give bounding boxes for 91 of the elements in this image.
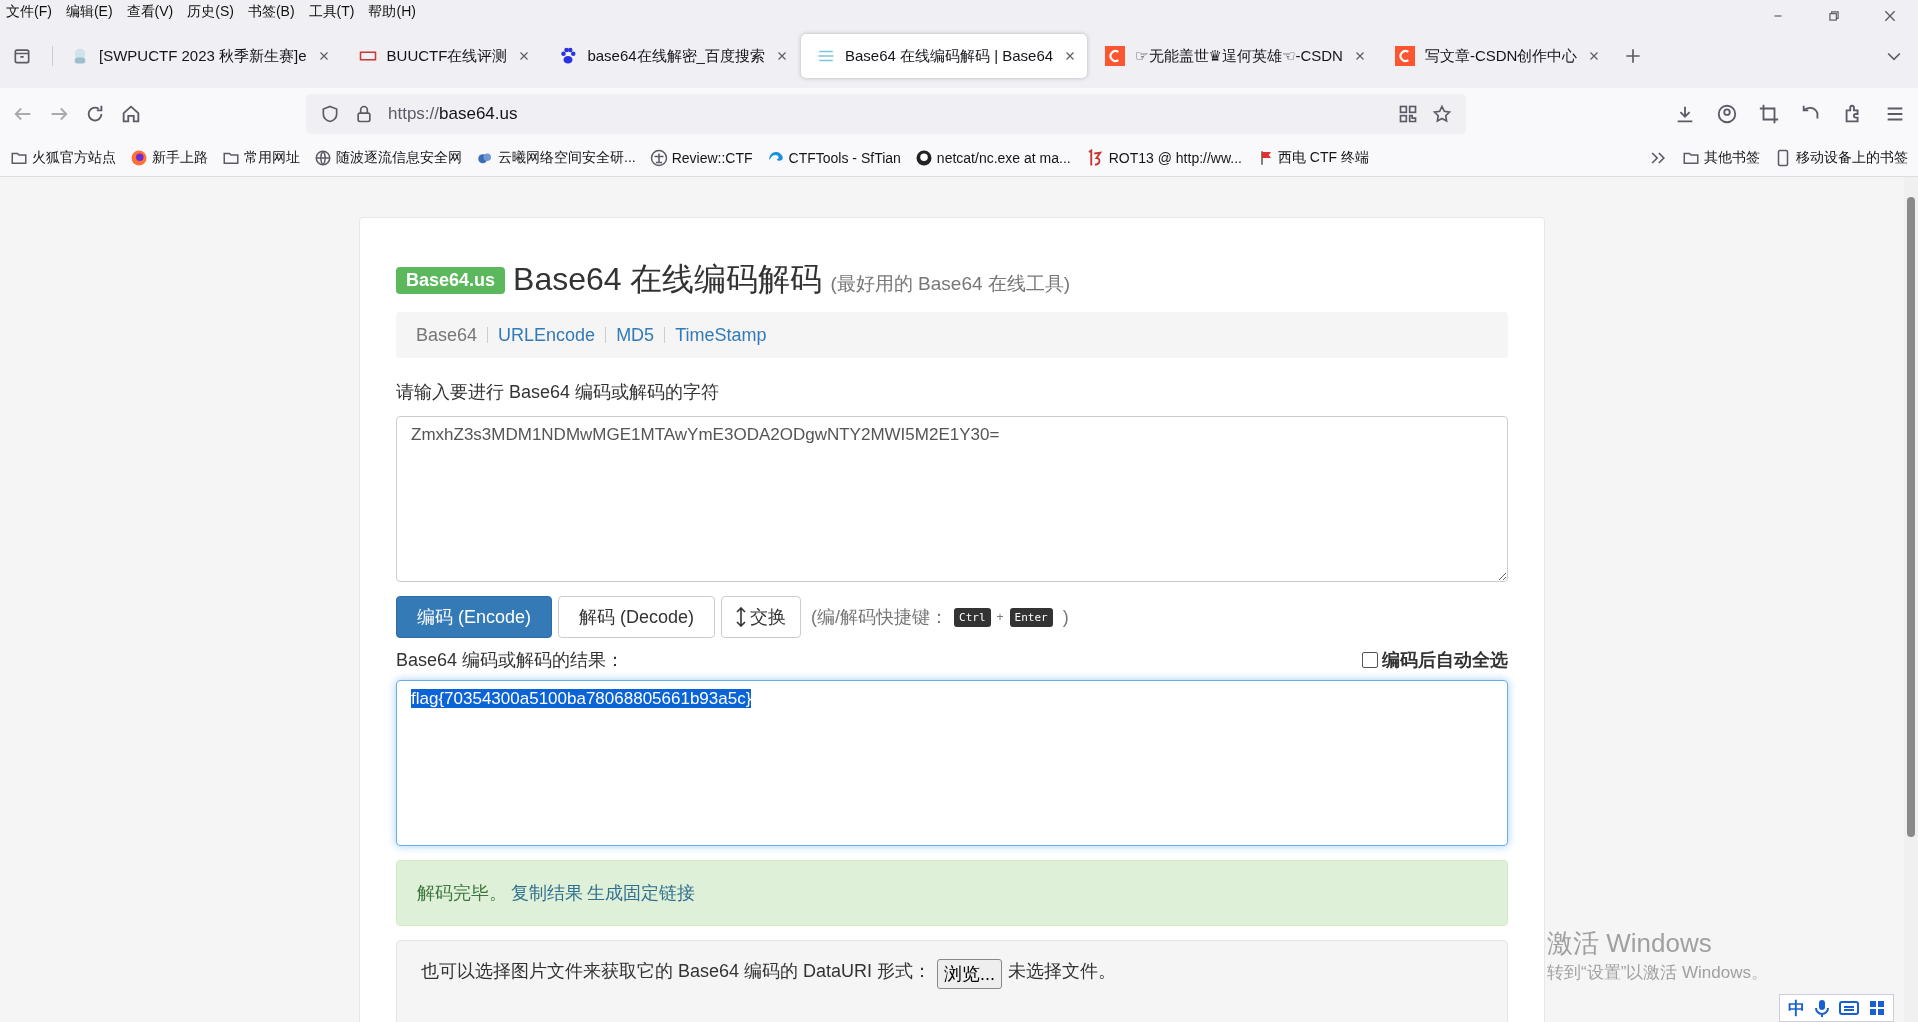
bookmark[interactable]: 西电 CTF 终端 xyxy=(1256,149,1369,167)
auto-select-checkbox[interactable]: 编码后自动全选 xyxy=(1362,648,1508,672)
browser-tab[interactable]: ☞无能盖世♛逞何英雄☜-CSDN xyxy=(1089,34,1377,78)
activation-subtitle: 转到“设置”以激活 Windows。 xyxy=(1547,962,1768,984)
bookmark[interactable]: 其他书签 xyxy=(1682,149,1760,167)
bookmark[interactable]: Review::CTF xyxy=(649,149,753,167)
menu-item[interactable]: 工具(T) xyxy=(308,3,355,21)
input-label: 请输入要进行 Base64 编码或解码的字符 xyxy=(396,381,721,404)
nav-link[interactable]: TimeStamp xyxy=(675,324,767,346)
shield-icon xyxy=(320,104,340,124)
lock-icon xyxy=(354,104,374,124)
bookmark-label: 常用网址 xyxy=(244,149,300,167)
browser-tab[interactable]: 写文章-CSDN创作中心 xyxy=(1378,34,1612,78)
site-badge: Base64.us xyxy=(396,267,506,294)
file-prompt: 也可以选择图片文件来获取它的 Base64 编码的 DataURI 形式： xyxy=(421,960,932,983)
key-cap: Enter xyxy=(1009,607,1053,627)
bookmark[interactable]: 移动设备上的书签 xyxy=(1774,149,1908,167)
qr-code-icon xyxy=(1398,104,1418,124)
bookmark[interactable]: 新手上路 xyxy=(130,149,208,167)
browser-tab[interactable]: base64在线解密_百度搜索 xyxy=(543,34,799,78)
microphone-icon xyxy=(1815,999,1829,1017)
home-icon xyxy=(120,103,142,125)
ime-mode[interactable]: 中 xyxy=(1788,996,1805,1020)
bookmark[interactable]: 常用网址 xyxy=(222,149,300,167)
nav-link[interactable]: URLEncode xyxy=(498,324,596,346)
activation-title: 激活 Windows xyxy=(1547,927,1713,960)
c-logo-icon xyxy=(1105,46,1126,66)
close-icon xyxy=(1882,8,1898,24)
tab-title: 写文章-CSDN创作中心 xyxy=(1424,46,1578,66)
bookmark-label: Review::CTF xyxy=(671,150,753,166)
tab-title: BUUCTF在线评测 xyxy=(386,46,508,66)
input-field[interactable]: ZmxhZ3s3MDM1NDMwMGE1MTAwYmE3ODA2ODgwNTY2MWI5M2E1Y30= xyxy=(396,416,1508,582)
nav-link[interactable]: MD5 xyxy=(616,324,655,346)
swap-button[interactable]: 交换 xyxy=(721,596,802,638)
decode-button[interactable]: 解码 (Decode) xyxy=(558,596,716,638)
tab-title: [SWPUCTF 2023 秋季新生赛]e xyxy=(99,46,307,66)
url-text: https://base64.us xyxy=(388,104,518,124)
address-bar[interactable]: https://base64.us xyxy=(306,94,1466,134)
tray-icon xyxy=(12,46,32,66)
bookmark-label: ROT13 @ http://ww... xyxy=(1108,150,1242,166)
browser-tab[interactable]: BUUCTF在线评测 xyxy=(342,34,542,78)
key-cap: Ctrl xyxy=(954,607,991,627)
c-logo-icon xyxy=(1394,46,1415,66)
restore-icon xyxy=(1827,9,1841,23)
account-icon xyxy=(1716,103,1738,125)
scrollbar-thumb[interactable] xyxy=(1907,197,1915,837)
nav-link[interactable]: Base64 xyxy=(416,324,478,346)
crop-icon xyxy=(1758,103,1780,125)
bookmark-label: 移动设备上的书签 xyxy=(1796,149,1908,167)
bookmark[interactable]: CTFTools - SfTian xyxy=(766,149,901,167)
menu-item[interactable]: 查看(V) xyxy=(126,3,174,21)
alert-link[interactable]: 生成固定链接 xyxy=(587,881,695,905)
browse-button[interactable]: 浏览... xyxy=(937,959,1003,989)
bookmark-label: 其他书签 xyxy=(1704,149,1760,167)
star-icon xyxy=(1432,104,1452,124)
bookmark-label: 新手上路 xyxy=(152,149,208,167)
alert-text: 解码完毕。 xyxy=(417,882,507,905)
bookmark-label: 西电 CTF 终端 xyxy=(1278,149,1369,167)
alert-link[interactable]: 复制结果 xyxy=(511,881,583,905)
output-field[interactable]: flag{70354300a5100ba78068805661b93a5c} xyxy=(396,680,1508,846)
result-label: Base64 编码或解码的结果： xyxy=(396,649,625,672)
browser-tab[interactable]: [SWPUCTF 2023 秋季新生赛]e xyxy=(55,34,341,78)
page-subtitle: (最好用的 Base64 在线工具) xyxy=(830,272,1071,296)
menu-item[interactable]: 编辑(E) xyxy=(65,3,113,21)
bookmark-label: 火狐官方站点 xyxy=(32,149,116,167)
paw-icon xyxy=(559,47,578,65)
menu-item[interactable]: 书签(B) xyxy=(247,3,295,21)
menu-item[interactable]: 帮助(H) xyxy=(368,3,416,21)
keyboard-icon xyxy=(1839,1000,1859,1016)
bookmark[interactable]: ROT13 @ http://ww... xyxy=(1084,149,1242,167)
menu-item[interactable]: 文件(F) xyxy=(6,3,52,21)
tab-title: base64在线解密_百度搜索 xyxy=(587,46,765,66)
bookmark-label: netcat/nc.exe at ma... xyxy=(936,150,1071,166)
file-status: 未选择文件。 xyxy=(1008,960,1117,983)
browser-tab[interactable]: Base64 在线编码解码 | Base64 xyxy=(800,34,1088,78)
grid-icon xyxy=(1869,1000,1885,1016)
bookmark[interactable]: netcat/nc.exe at ma... xyxy=(914,149,1071,167)
home-button[interactable] xyxy=(120,103,142,125)
page-title: Base64 在线编码解码 xyxy=(513,260,823,299)
logo-icon xyxy=(358,49,377,63)
tab-title: Base64 在线编码解码 | Base64 xyxy=(844,46,1054,66)
globe-icon xyxy=(314,149,332,167)
bookmark-label: CTFTools - SfTian xyxy=(788,150,901,166)
tab-title: ☞无能盖世♛逞何英雄☜-CSDN xyxy=(1135,46,1343,66)
up-down-arrow-icon xyxy=(736,607,747,627)
plus-sign: + xyxy=(996,610,1004,624)
shortcut-hint: (编/解码快捷键： xyxy=(811,606,949,629)
encode-button[interactable]: 编码 (Encode) xyxy=(396,596,553,638)
bookmark[interactable]: 火狐官方站点 xyxy=(10,149,116,167)
menu-item[interactable]: 历史(S) xyxy=(187,3,234,21)
shortcut-hint: ) xyxy=(1062,606,1069,628)
